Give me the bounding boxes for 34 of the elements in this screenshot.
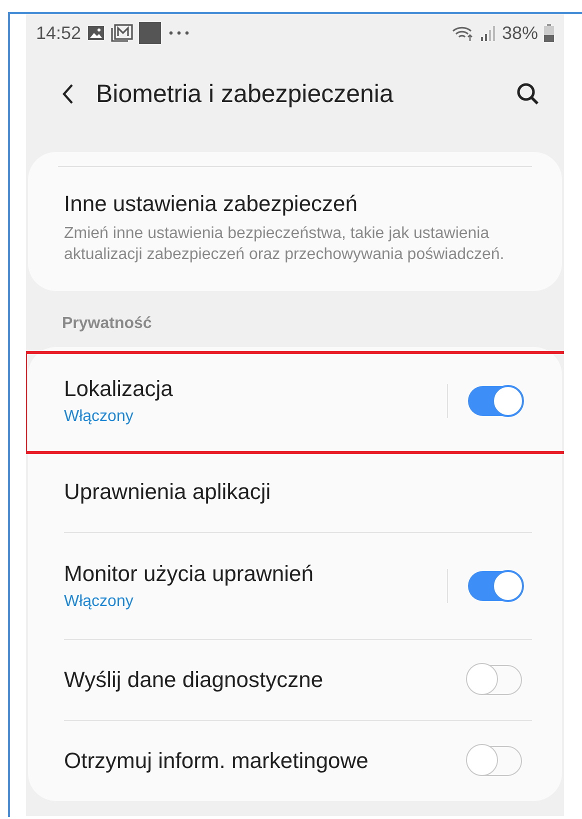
back-button[interactable] [62,83,74,105]
setting-title: Otrzymuj inform. marketingowe [64,748,370,774]
setting-row[interactable]: Wyślij dane diagnostyczne [64,640,532,721]
back-icon [62,83,74,105]
toggle-switch[interactable] [468,386,522,416]
setting-title: Monitor użycia uprawnień [64,561,314,587]
toggle-switch[interactable] [468,665,522,695]
toggle-switch[interactable] [468,571,522,601]
setting-status: Włączony [64,408,134,426]
setting-title: Uprawnienia aplikacji [64,479,272,505]
battery-icon [544,24,554,42]
setting-row[interactable]: Uprawnienia aplikacji [64,452,532,533]
setting-status: Włączony [64,593,134,611]
settings-card[interactable]: Inne ustawienia zabezpieczeń Zmień inne ustawienia bezpieczeństwa, takie jak ustawienia aktualizacji zabezpieczeń oraz przechowywania poświadczeń. [28,152,562,291]
setting-row[interactable]: Monitor użycia uprawnień Włączony [64,533,532,640]
wifi-icon [452,25,474,41]
setting-title: Wyślij dane diagnostyczne [64,667,324,693]
signal-icon [480,25,496,41]
more-icon [167,30,192,36]
battery-percent: 38% [502,22,538,44]
search-button[interactable] [516,82,540,106]
setting-description: Zmień inne ustawienia bezpieczeństwa, takie jak ustawienia aktualizacji zabezpieczeń oraz przechowywania poświadczeń. [64,224,506,265]
search-icon [516,82,540,106]
setting-row[interactable]: Otrzymuj inform. marketingowe [64,721,532,801]
section-header: Prywatność [61,314,153,334]
image-icon [87,25,106,41]
setting-row[interactable]: Lokalizacja Włączony [64,347,532,452]
status-time: 14:52 [36,22,82,44]
setting-title: Lokalizacja [64,376,174,402]
screen-title: Biometria i zabezpieczenia [96,80,394,108]
app-icon [139,22,162,44]
setting-title: Inne ustawienia zabezpieczeń [64,191,359,217]
toggle-switch[interactable] [468,746,522,776]
mail-icon [111,24,134,42]
